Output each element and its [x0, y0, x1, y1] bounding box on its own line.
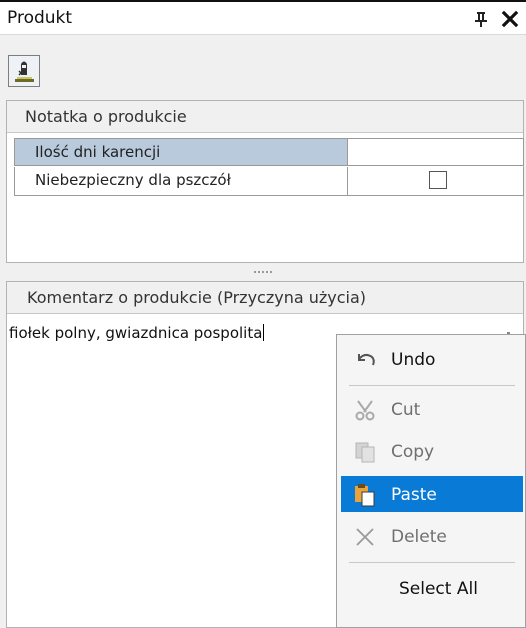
note-group-title: Notatka o produkcie: [25, 107, 187, 126]
comment-group-title: Komentarz o produkcie (Przyczyna użycia): [27, 288, 367, 307]
menu-item-label: Delete: [391, 527, 447, 547]
menu-item-label: Copy: [391, 442, 435, 462]
splitter-grip[interactable]: [254, 271, 272, 275]
menu-item-label: Undo: [391, 350, 436, 370]
bee-danger-checkbox[interactable]: [429, 171, 447, 189]
menu-item-paste[interactable]: Paste: [341, 476, 523, 512]
paste-icon: [355, 484, 375, 507]
comment-group-header: Komentarz o produkcie (Przyczyna użycia): [7, 282, 523, 314]
close-icon[interactable]: [500, 9, 520, 29]
note-group-header: Notatka o produkcie: [7, 101, 523, 133]
product-tool-button[interactable]: [8, 55, 40, 87]
comment-text-value: fiołek polny, gwiazdnica pospolita: [9, 324, 263, 342]
undo-icon: [358, 353, 375, 366]
panel-title-bar: Produkt: [0, 2, 526, 35]
menu-separator: [349, 385, 515, 386]
comment-text: fiołek polny, gwiazdnica pospolita: [9, 324, 265, 342]
menu-item-delete[interactable]: Delete: [341, 518, 523, 554]
menu-item-label: Select All: [399, 579, 478, 599]
bee-danger-cell[interactable]: [347, 167, 524, 196]
delete-icon: [356, 528, 374, 546]
panel-title: Produkt: [7, 8, 73, 28]
grid-row-quarantine-days[interactable]: Ilość dni karencji: [14, 138, 524, 166]
grid-cell-label: Niebezpieczny dla pszczół: [14, 167, 348, 196]
copy-icon: [355, 442, 375, 463]
menu-item-copy[interactable]: Copy: [341, 433, 523, 469]
product-panel: Produkt Notatka o produkcie Ilość dni ka…: [0, 0, 526, 628]
splitter[interactable]: [0, 263, 526, 280]
menu-item-undo[interactable]: Undo: [341, 341, 523, 377]
menu-separator: [349, 562, 515, 563]
quarantine-days-field[interactable]: [347, 138, 524, 166]
note-group: Notatka o produkcie Ilość dni karencji N…: [6, 100, 524, 263]
cut-icon: [355, 400, 375, 421]
grid-cell-label: Ilość dni karencji: [14, 138, 348, 166]
menu-item-select-all[interactable]: Select All: [341, 570, 523, 606]
text-caret: [263, 324, 265, 341]
pin-icon[interactable]: [472, 10, 490, 28]
grid-row-bee-danger[interactable]: Niebezpieczny dla pszczół: [14, 167, 524, 196]
toolbar: [0, 35, 526, 95]
menu-item-cut[interactable]: Cut: [341, 391, 523, 427]
context-menu: Undo Cut Copy Paste Delete Select All: [336, 334, 526, 628]
menu-item-label: Paste: [391, 485, 437, 505]
menu-item-label: Cut: [391, 400, 421, 420]
product-tool-icon: [15, 61, 34, 82]
